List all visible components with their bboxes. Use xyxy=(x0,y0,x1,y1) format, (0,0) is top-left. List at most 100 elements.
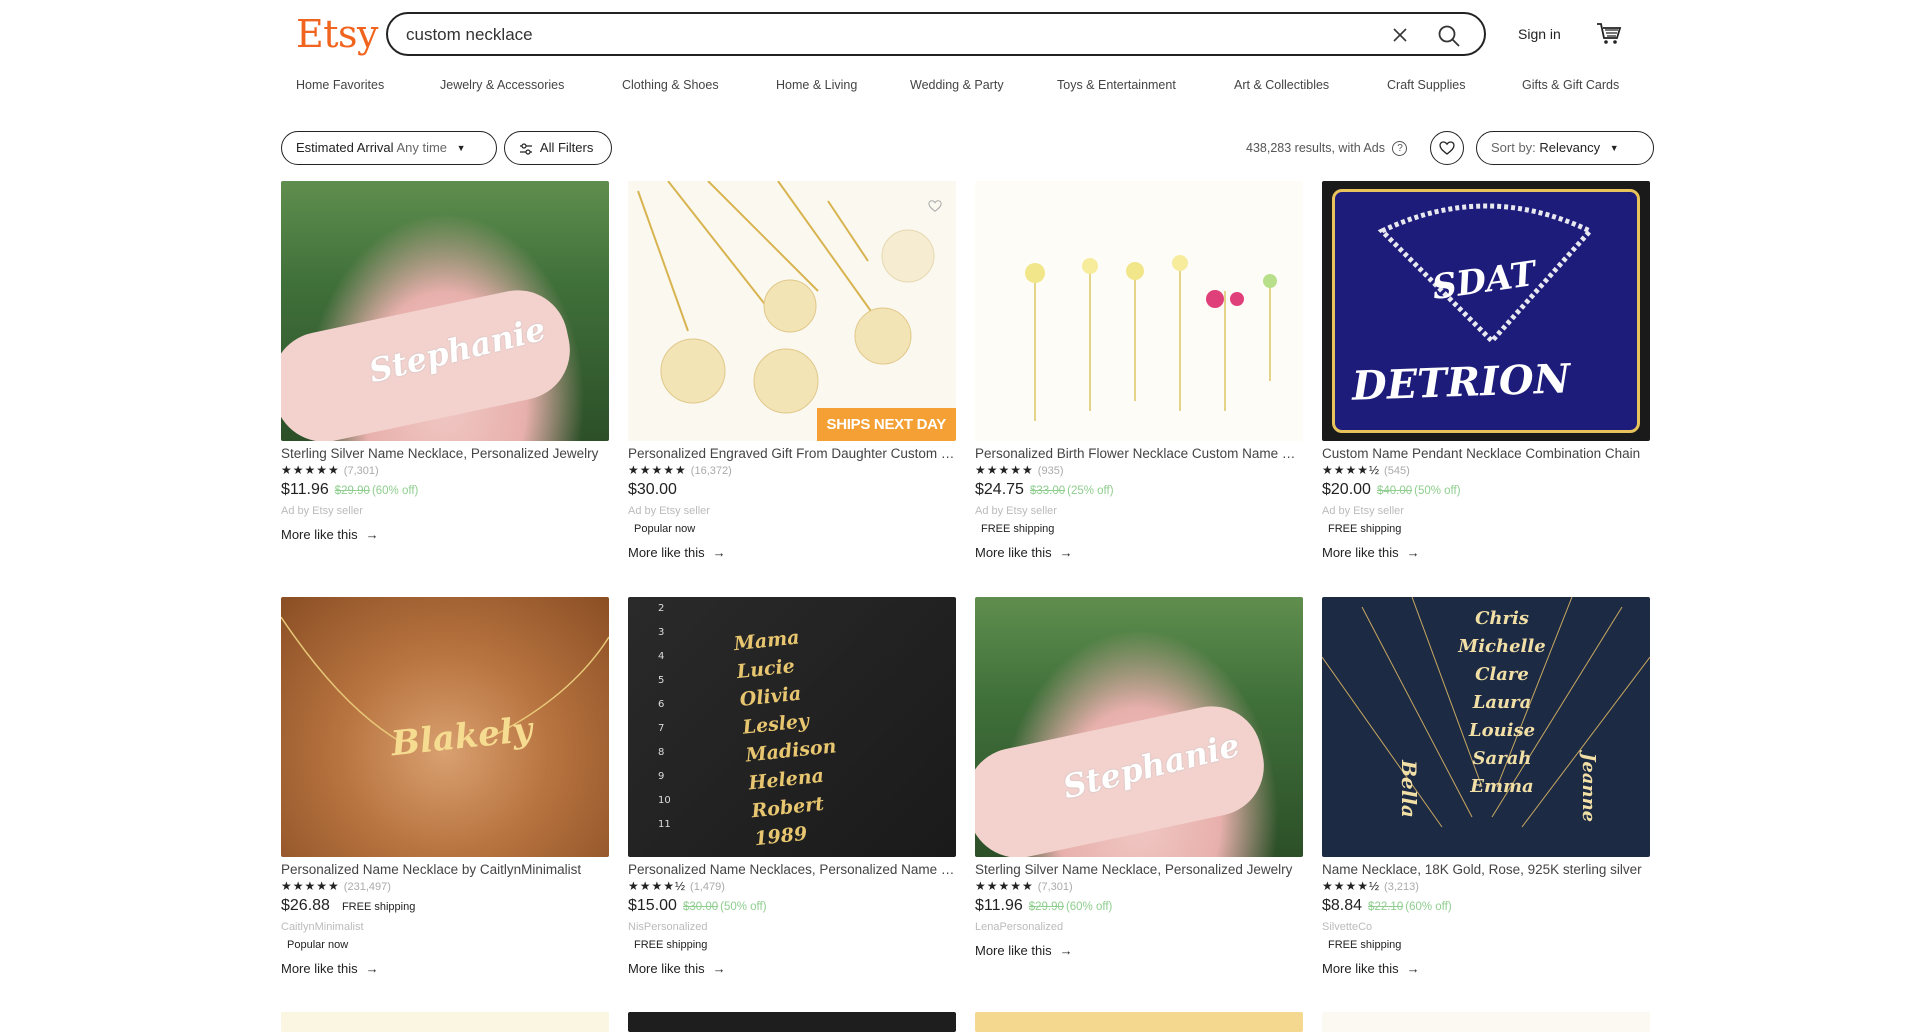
rating: ★★★★½ (1,479) xyxy=(628,879,956,893)
price: $26.88 xyxy=(281,897,330,914)
etsy-logo[interactable]: Etsy xyxy=(296,12,378,56)
arrival-label: Estimated Arrival xyxy=(296,140,394,155)
review-count: (935) xyxy=(1037,465,1064,477)
price-line: $8.84 $22.10 (60% off) xyxy=(1322,897,1650,915)
listing-title[interactable]: Personalized Name Necklaces, Personalize… xyxy=(628,862,956,877)
listing-image[interactable]: Chris Michelle Clare Laura Louise Sarah Emma B… xyxy=(1322,597,1650,857)
listing-title[interactable]: Name Necklace, 18K Gold, Rose, 925K ster… xyxy=(1322,862,1650,877)
star-icons: ★★★★★ xyxy=(975,879,1034,893)
review-count: (3,213) xyxy=(1384,881,1419,893)
more-like-this-link[interactable]: More like this → xyxy=(975,545,1303,560)
info-icon[interactable]: ? xyxy=(1392,141,1408,157)
star-icons: ★★★★½ xyxy=(1322,463,1381,477)
listing-title[interactable]: Sterling Silver Name Necklace, Personali… xyxy=(281,446,609,461)
original-price: $22.10 xyxy=(1368,901,1404,913)
listing-card[interactable]: SHIPS NEXT DAY Personalized Engraved Gif… xyxy=(628,181,956,560)
category-toys[interactable]: Toys & Entertainment xyxy=(1057,78,1176,92)
category-nav: Home Favorites Jewelry & Accessories Clo… xyxy=(296,78,1626,98)
estimated-arrival-dropdown[interactable]: Estimated Arrival Any time ▼ xyxy=(281,131,497,165)
listing-image[interactable]: 2 3 4 5 6 7 8 9 10 11 Mama Lucie Olivia Lesley Madiso… xyxy=(628,597,956,857)
cart-icon[interactable] xyxy=(1596,22,1622,46)
listing-image[interactable]: Stephanie xyxy=(975,597,1303,857)
caret-down-icon: ▼ xyxy=(456,143,466,154)
pendant-text-bottom: DETRION xyxy=(1351,355,1572,410)
free-shipping-label: FREE shipping xyxy=(341,901,416,913)
price: $8.84 xyxy=(1322,897,1363,914)
category-home-living[interactable]: Home & Living xyxy=(776,78,857,92)
arrow-right-icon: → xyxy=(712,961,726,976)
search-input[interactable]: custom necklace xyxy=(406,25,533,45)
category-jewelry[interactable]: Jewelry & Accessories xyxy=(440,78,564,92)
arrow-right-icon: → xyxy=(712,545,726,560)
listing-image[interactable]: Blakely xyxy=(281,597,609,857)
popular-badge: Popular now xyxy=(634,523,696,535)
listing-image[interactable] xyxy=(975,181,1303,441)
more-like-this-link[interactable]: More like this → xyxy=(1322,545,1650,560)
arrival-value: Any time xyxy=(396,140,448,155)
seller-name[interactable]: CaitlynMinimalist xyxy=(281,921,609,933)
rating: ★★★★★ (7,301) xyxy=(281,463,609,477)
listing-card[interactable]: Personalized Birth Flower Necklace Custo… xyxy=(975,181,1303,560)
search-bar[interactable]: custom necklace xyxy=(386,12,1486,56)
seller-name[interactable]: SilvetteCo xyxy=(1322,921,1650,933)
more-like-this-link[interactable]: More like this → xyxy=(1322,961,1650,976)
more-like-this-link[interactable]: More like this → xyxy=(281,961,609,976)
star-icons: ★★★★½ xyxy=(628,879,687,893)
category-art[interactable]: Art & Collectibles xyxy=(1234,78,1329,92)
original-price: $29.90 xyxy=(334,485,370,497)
listing-title[interactable]: Sterling Silver Name Necklace, Personali… xyxy=(975,862,1303,877)
listing-card[interactable]: Blakely Personalized Name Necklace by Ca… xyxy=(281,597,609,976)
more-like-this-link[interactable]: More like this → xyxy=(975,943,1303,958)
listing-card[interactable]: Stephanie Sterling Silver Name Necklace,… xyxy=(281,181,609,542)
listing-image[interactable]: Stephanie xyxy=(281,181,609,441)
category-gifts[interactable]: Gifts & Gift Cards xyxy=(1522,78,1619,92)
more-label: More like this xyxy=(281,527,358,542)
listing-image-partial[interactable] xyxy=(1322,1012,1650,1032)
listing-card[interactable]: 2 3 4 5 6 7 8 9 10 11 Mama Lucie Olivia Lesley Madiso… xyxy=(628,597,956,976)
more-like-this-link[interactable]: More like this → xyxy=(281,527,609,542)
rating: ★★★★½ (545) xyxy=(1322,463,1650,477)
style-numbers: 2 3 4 5 6 7 8 9 10 11 xyxy=(658,603,671,830)
seller-name: Ad by Etsy seller xyxy=(281,505,363,517)
necklace-names-text: Chris Michelle Clare Laura Louise Sarah Emma xyxy=(1458,608,1546,797)
review-count: (1,479) xyxy=(690,881,725,893)
price: $20.00 xyxy=(1322,481,1371,498)
listing-image-partial[interactable] xyxy=(281,1012,609,1032)
category-clothing[interactable]: Clothing & Shoes xyxy=(622,78,719,92)
free-shipping-badge: FREE shipping xyxy=(1328,523,1402,535)
category-home-favorites[interactable]: Home Favorites xyxy=(296,78,384,92)
listing-card[interactable]: SDAT DETRION Custom Name Pendant Necklac… xyxy=(1322,181,1650,560)
more-like-this-link[interactable]: More like this → xyxy=(628,961,956,976)
free-shipping-badge: FREE shipping xyxy=(634,939,708,951)
clear-icon[interactable] xyxy=(1390,25,1410,45)
listing-image[interactable]: SHIPS NEXT DAY xyxy=(628,181,956,441)
all-filters-button[interactable]: All Filters xyxy=(504,131,612,165)
category-wedding[interactable]: Wedding & Party xyxy=(910,78,1004,92)
listing-card[interactable]: Chris Michelle Clare Laura Louise Sarah Emma B… xyxy=(1322,597,1650,976)
listing-card[interactable]: Stephanie Sterling Silver Name Necklace,… xyxy=(975,597,1303,958)
results-text: 438,283 results, with Ads xyxy=(1246,141,1385,155)
more-like-this-link[interactable]: More like this → xyxy=(628,545,956,560)
sort-dropdown[interactable]: Sort by: Relevancy ▼ xyxy=(1476,131,1654,165)
favorite-heart-icon[interactable] xyxy=(928,199,942,213)
listing-image-partial[interactable] xyxy=(628,1012,956,1032)
ships-next-day-banner: SHIPS NEXT DAY xyxy=(816,408,956,441)
save-search-button[interactable] xyxy=(1430,131,1464,165)
listing-title[interactable]: Personalized Name Necklace by CaitlynMin… xyxy=(281,862,609,877)
price: $15.00 xyxy=(628,897,677,914)
review-count: (7,301) xyxy=(343,465,379,477)
original-price: $30.00 xyxy=(682,901,719,913)
original-price: $33.00 xyxy=(1029,485,1066,497)
seller-name[interactable]: NisPersonalized xyxy=(628,921,956,933)
more-label: More like this xyxy=(281,961,358,976)
seller-name[interactable]: LenaPersonalized xyxy=(975,921,1303,933)
search-icon[interactable] xyxy=(1436,23,1462,49)
category-craft[interactable]: Craft Supplies xyxy=(1387,78,1466,92)
listing-image[interactable]: SDAT DETRION xyxy=(1322,181,1650,441)
sign-in-link[interactable]: Sign in xyxy=(1518,26,1561,42)
listing-title[interactable]: Personalized Birth Flower Necklace Custo… xyxy=(975,446,1303,461)
listing-image-partial[interactable] xyxy=(975,1012,1303,1032)
star-icons: ★★★★★ xyxy=(281,879,340,893)
listing-title[interactable]: Personalized Engraved Gift From Daughter… xyxy=(628,446,956,461)
listing-title[interactable]: Custom Name Pendant Necklace Combination… xyxy=(1322,446,1650,461)
